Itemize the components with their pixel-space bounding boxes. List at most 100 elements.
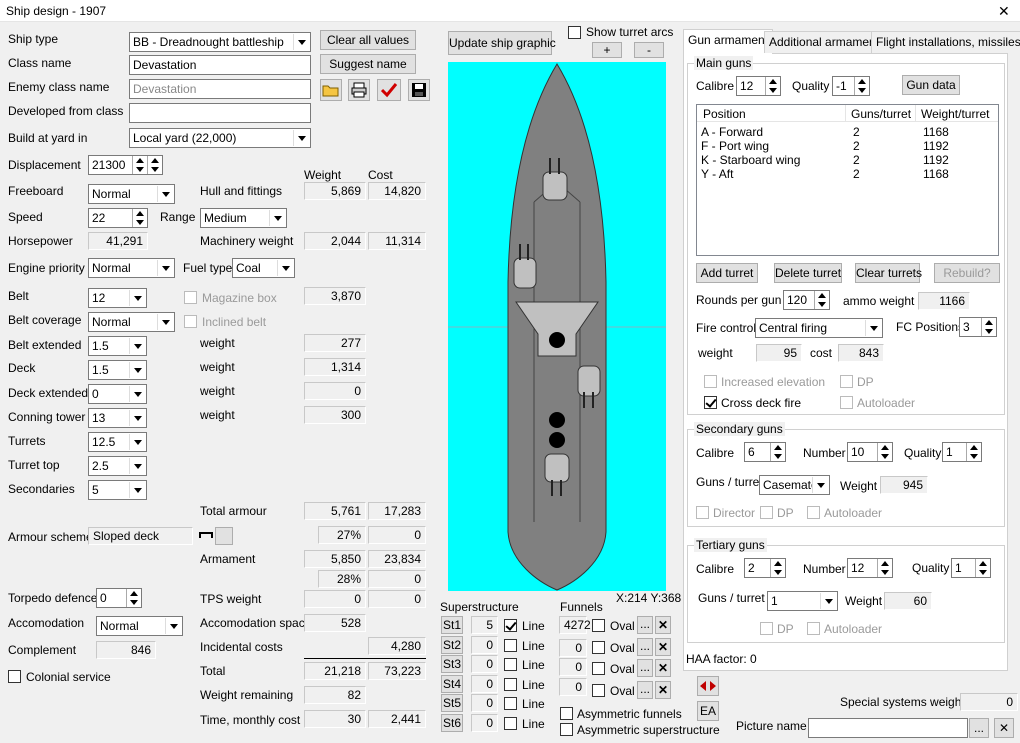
- increased-elevation-checkbox[interactable]: [704, 375, 717, 388]
- oval-checkbox[interactable]: [592, 683, 605, 697]
- build-yard-select[interactable]: Local yard (22,000): [129, 128, 311, 148]
- armour-scheme-button[interactable]: [215, 527, 233, 545]
- st-button[interactable]: St6: [441, 714, 463, 732]
- funnel-delete-button[interactable]: ✕: [655, 680, 671, 699]
- zoom-in-button[interactable]: +: [592, 42, 622, 58]
- sec-calibre-spinner[interactable]: 6: [744, 442, 786, 462]
- ter-dp-checkbox[interactable]: [760, 622, 773, 635]
- open-folder-button[interactable]: [320, 79, 342, 101]
- sec-autoloader-checkbox[interactable]: [807, 506, 820, 519]
- fire-control-select[interactable]: Central firing: [755, 318, 883, 338]
- main-calibre-spinner[interactable]: 12: [736, 76, 781, 96]
- asym-funnels-checkbox[interactable]: [560, 707, 573, 720]
- picture-browse-button[interactable]: ...: [969, 718, 989, 738]
- accept-button[interactable]: [377, 79, 401, 101]
- table-row[interactable]: K - Starboard wing 2 1192: [697, 153, 997, 167]
- deck-extended-select[interactable]: 0: [88, 384, 147, 404]
- sec-number-spinner[interactable]: 10: [847, 442, 893, 462]
- update-graphic-button[interactable]: Update ship graphic: [448, 31, 556, 55]
- displacement-spinner[interactable]: 21300: [88, 155, 148, 175]
- line-checkbox[interactable]: [504, 677, 517, 691]
- developed-from-field[interactable]: [129, 103, 311, 123]
- asym-super-checkbox[interactable]: [560, 723, 573, 736]
- table-row[interactable]: A - Forward 2 1168: [697, 125, 997, 139]
- save-button[interactable]: [408, 79, 430, 101]
- magazine-box-checkbox[interactable]: [184, 291, 197, 304]
- swap-button[interactable]: [697, 676, 719, 696]
- main-quality-spinner[interactable]: -1: [832, 76, 870, 96]
- sec-guns-turret-select[interactable]: Casemates: [759, 475, 830, 495]
- displacement-spinner-2[interactable]: [147, 155, 163, 175]
- accomodation-select[interactable]: Normal: [96, 616, 183, 636]
- secondaries-select[interactable]: 5: [88, 480, 147, 500]
- picture-clear-button[interactable]: ✕: [994, 718, 1014, 738]
- ea-button[interactable]: EA: [697, 701, 719, 721]
- funnel-delete-button[interactable]: ✕: [655, 637, 671, 656]
- belt-extended-select[interactable]: 1.5: [88, 336, 147, 356]
- funnel-edit-button[interactable]: ...: [637, 680, 653, 699]
- cross-deck-fire-checkbox[interactable]: [704, 396, 717, 409]
- oval-checkbox[interactable]: [592, 662, 605, 676]
- col-guns-turret[interactable]: Guns/turret: [851, 107, 911, 121]
- funnel-edit-button[interactable]: ...: [637, 616, 653, 634]
- tab-additional-armament[interactable]: Additional armament: [764, 31, 885, 53]
- st-button[interactable]: St3: [441, 655, 463, 674]
- turret-top-select[interactable]: 2.5: [88, 456, 147, 476]
- st-button[interactable]: St4: [441, 674, 463, 693]
- col-weight-turret[interactable]: Weight/turret: [921, 107, 989, 121]
- engine-priority-select[interactable]: Normal: [88, 258, 175, 278]
- turret-list[interactable]: Position Guns/turret Weight/turret A - F…: [696, 104, 999, 256]
- st-button[interactable]: St5: [441, 694, 463, 713]
- close-icon[interactable]: ✕: [998, 3, 1010, 20]
- funnel-edit-button[interactable]: ...: [637, 659, 653, 678]
- funnel-delete-button[interactable]: ✕: [655, 616, 671, 634]
- oval-checkbox[interactable]: [592, 619, 605, 632]
- dp-checkbox[interactable]: [840, 375, 853, 388]
- table-row[interactable]: F - Port wing 2 1192: [697, 139, 997, 153]
- fuel-type-select[interactable]: Coal: [232, 258, 295, 278]
- autoloader-checkbox[interactable]: [840, 396, 853, 409]
- st-button[interactable]: St2: [441, 635, 463, 654]
- enemy-class-field[interactable]: Devastation: [129, 79, 311, 99]
- ter-calibre-spinner[interactable]: 2: [744, 558, 786, 578]
- gun-data-button[interactable]: Gun data: [902, 75, 960, 95]
- ter-guns-turret-select[interactable]: 1: [767, 591, 838, 611]
- freeboard-select[interactable]: Normal: [88, 184, 175, 204]
- fc-positions-spinner[interactable]: 3: [959, 317, 997, 337]
- ship-graphic[interactable]: [448, 62, 666, 591]
- inclined-belt-checkbox[interactable]: [184, 315, 197, 328]
- funnel-delete-button[interactable]: ✕: [655, 659, 671, 678]
- clear-all-button[interactable]: Clear all values: [320, 30, 416, 50]
- zoom-out-button[interactable]: -: [634, 42, 664, 58]
- st-button[interactable]: St1: [441, 616, 463, 634]
- table-row[interactable]: Y - Aft 2 1168: [697, 167, 997, 181]
- belt-select[interactable]: 12: [88, 288, 147, 308]
- rounds-per-gun-spinner[interactable]: 120: [783, 290, 830, 310]
- sec-quality-spinner[interactable]: 1: [942, 442, 982, 462]
- belt-coverage-select[interactable]: Normal: [88, 312, 175, 332]
- torpedo-defence-spinner[interactable]: 0: [96, 588, 142, 608]
- print-button[interactable]: [348, 79, 370, 101]
- colonial-service-checkbox[interactable]: [8, 670, 21, 683]
- sec-dp-checkbox[interactable]: [760, 506, 773, 519]
- clear-turrets-button[interactable]: Clear turrets: [855, 263, 922, 283]
- class-name-field[interactable]: Devastation: [129, 55, 311, 75]
- add-turret-button[interactable]: Add turret: [696, 263, 758, 283]
- conning-tower-select[interactable]: 13: [88, 408, 147, 428]
- oval-checkbox[interactable]: [592, 640, 605, 654]
- suggest-name-button[interactable]: Suggest name: [320, 54, 416, 74]
- speed-spinner[interactable]: 22: [88, 208, 148, 228]
- funnel-edit-button[interactable]: ...: [637, 637, 653, 656]
- ter-number-spinner[interactable]: 12: [847, 558, 893, 578]
- ter-quality-spinner[interactable]: 1: [951, 558, 991, 578]
- col-position[interactable]: Position: [703, 107, 746, 121]
- line-checkbox[interactable]: [504, 717, 517, 730]
- ship-type-select[interactable]: BB - Dreadnought battleship: [129, 32, 311, 52]
- turret-arcs-checkbox[interactable]: [568, 26, 581, 39]
- tab-gun-armament[interactable]: Gun armament: [683, 29, 774, 54]
- line-checkbox[interactable]: [504, 638, 517, 652]
- line-checkbox[interactable]: [504, 619, 517, 632]
- range-select[interactable]: Medium: [200, 208, 287, 228]
- tab-flight-installations[interactable]: Flight installations, missiles: [871, 31, 1020, 53]
- director-checkbox[interactable]: [696, 506, 709, 519]
